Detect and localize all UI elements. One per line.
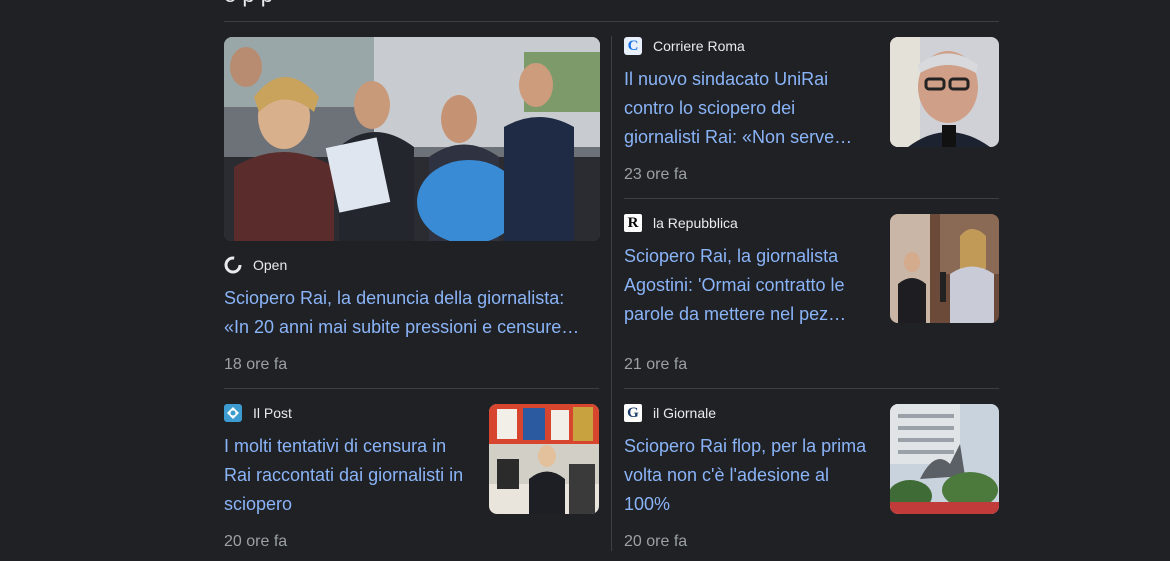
article-thumbnail[interactable] [489, 404, 599, 514]
article-time: 21 ore fa [624, 356, 688, 373]
source-label: Il Post [224, 404, 292, 422]
news-results: e p p [224, 0, 999, 561]
divider [624, 198, 999, 199]
article-headline[interactable]: I molti tentativi di censura in Rai racc… [224, 432, 469, 519]
article-time: 20 ore fa [224, 533, 288, 550]
divider [224, 388, 599, 389]
article-time: 20 ore fa [624, 533, 688, 550]
article-thumbnail[interactable] [890, 404, 999, 514]
source-name: la Repubblica [653, 215, 738, 231]
article-thumbnail[interactable] [890, 37, 999, 147]
article-headline[interactable]: Sciopero Rai, la denuncia della giornali… [224, 284, 594, 342]
open-circle-icon [224, 256, 242, 274]
article-thumbnail[interactable] [890, 214, 999, 323]
divider [624, 388, 999, 389]
source-label: C Corriere Roma [624, 37, 745, 55]
source-label: G il Giornale [624, 404, 716, 422]
source-name: Corriere Roma [653, 38, 745, 54]
source-label: R la Repubblica [624, 214, 738, 232]
article-time: 18 ore fa [224, 356, 288, 373]
ilgiornale-g-icon: G [624, 404, 642, 422]
source-label: Open [224, 256, 287, 274]
ilpost-icon [224, 404, 242, 422]
divider [224, 21, 999, 22]
repubblica-r-icon: R [624, 214, 642, 232]
source-name: il Giornale [653, 405, 717, 421]
corriere-c-icon: C [624, 37, 642, 55]
section-title: e p p [224, 0, 273, 8]
article-time: 23 ore fa [624, 166, 688, 183]
article-headline[interactable]: Sciopero Rai flop, per la prima volta no… [624, 432, 869, 519]
source-name: Il Post [253, 405, 292, 421]
column-divider [611, 36, 612, 551]
article-headline[interactable]: Il nuovo sindacato UniRai contro lo scio… [624, 65, 869, 152]
article-image[interactable] [224, 37, 600, 241]
source-name: Open [253, 257, 288, 273]
article-headline[interactable]: Sciopero Rai, la giornalista Agostini: '… [624, 242, 869, 329]
